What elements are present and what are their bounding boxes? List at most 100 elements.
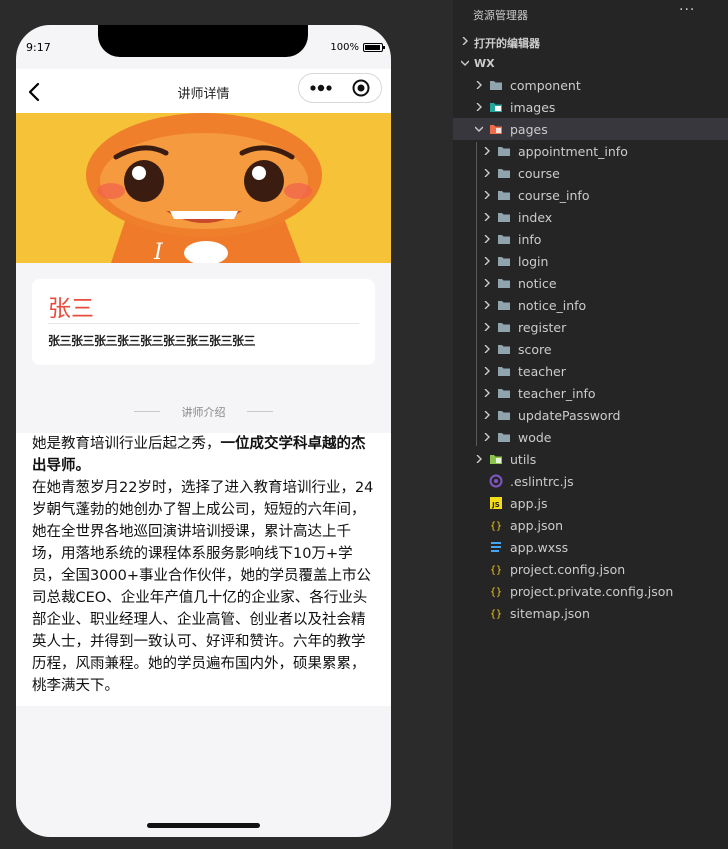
tree-item-label: teacher_info [518,386,596,401]
file-row[interactable]: {} project.config.json [453,558,728,580]
folder-row[interactable]: register [453,316,728,338]
folder-icon [498,345,510,354]
open-editors-label: 打开的编辑器 [474,37,540,50]
svg-text:JS: JS [491,501,500,509]
folder-row[interactable]: updatePassword [453,404,728,426]
teacher-name: 张三 [48,296,94,322]
svg-text:{}: {} [490,521,502,532]
file-row[interactable]: {} sitemap.json [453,602,728,624]
chevron-right-icon [484,279,490,287]
folder-row[interactable]: teacher_info [453,382,728,404]
folder-row[interactable]: images [453,96,728,118]
chevron-right-icon [484,367,490,375]
utils-folder-icon [490,455,502,464]
divider-line-right [246,411,273,412]
tree-item-label: images [510,100,556,115]
chevron-down-icon [475,126,483,132]
tree-item-label: register [518,320,567,335]
tree-item-label: teacher [518,364,566,379]
folder-icon [498,235,510,244]
battery-icon [363,43,385,52]
tree-item-label: utils [510,452,537,467]
section-title: 讲师介绍 [181,405,226,419]
svg-text:I: I [153,240,164,263]
stylesheet-file-icon [491,542,501,552]
folder-icon [498,191,510,200]
teacher-name-card: 张三 张三张三张三张三张三张三张三张三张三 [32,279,375,365]
folder-row[interactable]: pages [453,118,728,140]
chevron-right-icon [476,455,482,463]
workspace-root[interactable]: WX [453,52,728,74]
file-row[interactable]: {} project.private.config.json [453,580,728,602]
more-actions-icon[interactable]: ··· [679,2,695,18]
chevron-right-icon [484,191,490,199]
tree-item-label: project.config.json [510,562,626,577]
file-row[interactable]: .eslintrc.js [453,470,728,492]
tree-item-label: info [518,232,542,247]
folder-row[interactable]: info [453,228,728,250]
chevron-right-icon [476,81,482,89]
chevron-right-icon [484,257,490,265]
folder-row[interactable]: wode [453,426,728,448]
chevron-right-icon [476,103,482,111]
folder-icon [498,169,510,178]
tree-item-label: course_info [518,188,590,203]
javascript-file-icon: JS [490,497,502,509]
folder-row[interactable]: index [453,206,728,228]
folder-row[interactable]: course [453,162,728,184]
section-header: 讲师介绍 [16,401,391,421]
file-row[interactable]: {} app.json [453,514,728,536]
menu-capsule [298,73,382,103]
device-notch [98,25,308,57]
tree-item-label: app.wxss [510,540,569,555]
chevron-down-icon [461,60,469,66]
file-row[interactable]: app.wxss [453,536,728,558]
tree-item-label: notice_info [518,298,587,313]
more-dots-icon[interactable] [309,81,333,95]
folder-row[interactable]: component [453,74,728,96]
home-indicator [147,823,260,828]
tree-item-label: updatePassword [518,408,621,423]
folder-icon [498,411,510,420]
json-file-icon: {} [490,521,502,532]
folder-icon [498,257,510,266]
folder-row[interactable]: notice_info [453,294,728,316]
chevron-right-icon [484,147,490,155]
folder-row[interactable]: notice [453,272,728,294]
chevron-right-icon [484,235,490,243]
folder-icon [498,301,510,310]
phone-simulator: 9:17 100% 讲师详情 I 张三 张三张三张三张三张三张三张三张三张三 讲… [16,25,391,837]
folder-icon [498,389,510,398]
tree-item-label: score [518,342,552,357]
chevron-right-icon [484,411,490,419]
tree-item-label: app.json [510,518,564,533]
tree-item-label: wode [518,430,552,445]
image-folder-icon [490,103,502,112]
open-editors-section[interactable]: 打开的编辑器 [453,30,728,52]
chevron-right-icon [484,433,490,441]
folder-row[interactable]: course_info [453,184,728,206]
tree-item-label: component [510,78,581,93]
mascot-illustration: I [16,113,391,263]
close-target-icon[interactable] [352,79,370,97]
teacher-introduction: 她是教育培训行业后起之秀，一位成交学科卓越的杰出导师。 在她青葱岁月22岁时，选择… [16,433,391,706]
folder-icon [498,279,510,288]
teacher-banner-image: I [16,113,391,263]
tree-item-label: app.js [510,496,548,511]
folder-row[interactable]: appointment_info [453,140,728,162]
folder-icon [498,147,510,156]
file-row[interactable]: JS app.js [453,492,728,514]
chevron-right-icon [484,301,490,309]
folder-row[interactable]: utils [453,448,728,470]
explorer-title: 资源管理器 [473,9,528,22]
folder-icon [498,213,510,222]
folder-row[interactable]: login [453,250,728,272]
folder-row[interactable]: score [453,338,728,360]
workspace-root-label: WX [474,57,495,70]
folder-icon [498,433,510,442]
folder-row[interactable]: teacher [453,360,728,382]
folder-icon [498,323,510,332]
chevron-right-icon [484,345,490,353]
pages-folder-icon [490,125,502,134]
tree-item-label: course [518,166,560,181]
